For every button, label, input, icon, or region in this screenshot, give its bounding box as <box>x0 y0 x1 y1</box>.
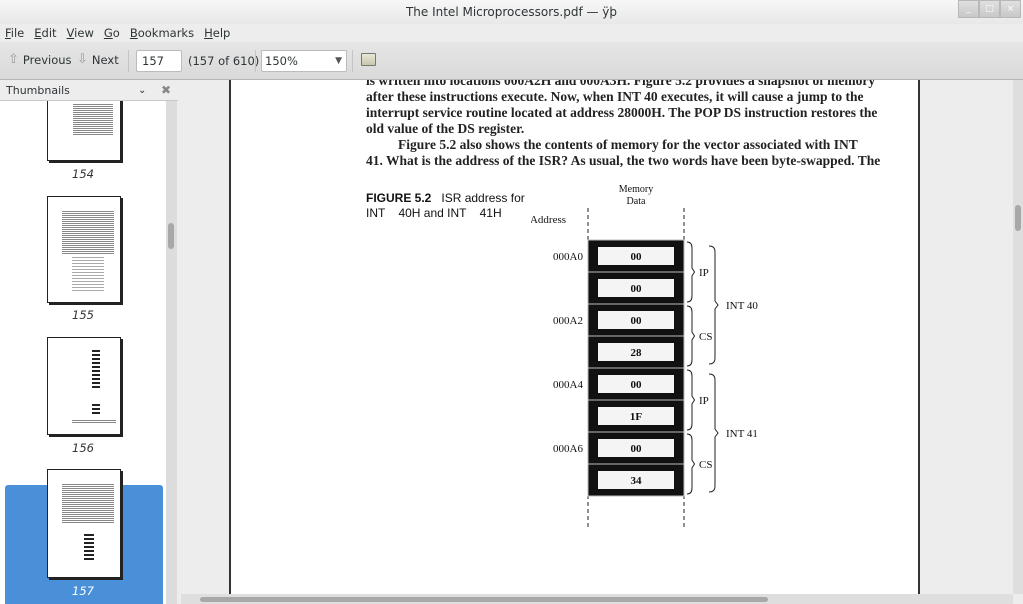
text-line: 41. What is the address of the ISR? As u… <box>366 153 881 168</box>
interrupt-label: INT 40 <box>726 300 758 312</box>
column-header: Memory <box>619 184 653 195</box>
previous-label: Previous <box>22 52 72 67</box>
window-controls: _ □ × <box>958 0 1021 18</box>
memory-value: 00 <box>631 283 643 295</box>
minimize-button[interactable]: _ <box>958 0 979 18</box>
scrollbar-thumb[interactable] <box>168 223 174 249</box>
vertical-scrollbar[interactable] <box>1013 80 1023 594</box>
sidebar: Thumbnails ⌄ ✖ 154 155 156 157 <box>0 80 178 604</box>
thumbnail-156[interactable] <box>47 337 121 435</box>
menu-file[interactable]: File <box>5 24 24 42</box>
thumbnail-155[interactable] <box>47 196 121 303</box>
maximize-button[interactable]: □ <box>979 0 1000 18</box>
brace <box>686 305 696 367</box>
separator <box>352 50 353 72</box>
zoom-value: 150% <box>265 54 298 68</box>
register-label: CS <box>699 459 712 471</box>
register-label: IP <box>699 395 709 407</box>
thumbnail-label: 156 <box>72 441 94 455</box>
text-line: interrupt service routine located at add… <box>366 105 878 120</box>
brace <box>686 369 696 431</box>
menu-bar: File Edit View Go Bookmarks Help <box>0 24 1023 42</box>
chevron-down-icon: ▼ <box>335 56 342 66</box>
address-label: 000A0 <box>553 251 583 263</box>
brace <box>708 245 719 365</box>
memory-diagram: Memory Data Address 00 00 00 28 00 1F 00 34 000… <box>531 184 758 528</box>
sidebar-title: Thumbnails <box>6 84 70 97</box>
caption-text: ISR address for <box>441 191 525 205</box>
brace <box>686 241 696 303</box>
text-line: is written into locations 000A2H and 000… <box>366 80 876 88</box>
thumbnail-154[interactable] <box>47 101 121 161</box>
address-header: Address <box>531 214 566 226</box>
menu-go[interactable]: Go <box>104 24 120 42</box>
menu-bookmarks[interactable]: Bookmarks <box>130 24 194 42</box>
sidebar-scrollbar[interactable] <box>166 101 177 604</box>
text-line: after these instructions execute. Now, w… <box>366 89 864 104</box>
address-label: 000A4 <box>553 379 583 391</box>
menu-edit[interactable]: Edit <box>34 24 56 42</box>
thumbnail-label: 157 <box>72 584 94 598</box>
interrupt-label: INT 41 <box>726 428 758 440</box>
window-title: The Intel Microprocessors.pdf — ÿþ <box>405 5 618 19</box>
text-line: Figure 5.2 also shows the contents of me… <box>398 137 858 152</box>
separator <box>128 50 129 72</box>
brace <box>686 433 696 495</box>
text-line: old value of the DS register. <box>366 121 525 136</box>
memory-value: 34 <box>631 475 643 487</box>
memory-value: 00 <box>631 315 643 327</box>
page-number-input[interactable]: 157 <box>136 50 182 72</box>
thumbnail-157[interactable] <box>47 469 121 578</box>
chevron-down-icon[interactable]: ⌄ <box>138 80 146 101</box>
scrollbar-thumb[interactable] <box>200 597 768 602</box>
brace <box>708 373 719 493</box>
memory-value: 00 <box>631 379 643 391</box>
folder-icon[interactable] <box>361 53 376 66</box>
address-label: 000A6 <box>553 443 583 455</box>
previous-button[interactable]: ⇧ Previous <box>8 52 72 67</box>
memory-value: 28 <box>631 347 643 359</box>
caption-line2: INT 40H and INT 41H <box>366 206 502 220</box>
register-label: CS <box>699 331 712 343</box>
document-view[interactable]: is written into locations 000A2H and 000… <box>181 80 1023 604</box>
pdf-page: is written into locations 000A2H and 000… <box>229 80 920 594</box>
register-label: IP <box>699 267 709 279</box>
arrow-down-icon: ⇩ <box>77 52 88 67</box>
next-button[interactable]: ⇩ Next <box>77 52 119 67</box>
title-bar: The Intel Microprocessors.pdf — ÿþ <box>0 0 1023 24</box>
horizontal-scrollbar[interactable] <box>181 594 1013 604</box>
column-header: Data <box>627 196 646 207</box>
close-button[interactable]: × <box>1000 0 1021 18</box>
zoom-select[interactable]: 150% ▼ <box>261 50 347 72</box>
arrow-up-icon: ⇧ <box>8 52 19 67</box>
address-label: 000A2 <box>553 315 583 327</box>
thumbnail-label: 155 <box>72 308 94 322</box>
memory-value: 1F <box>630 411 643 423</box>
figure-caption: FIGURE 5.2 ISR address for INT 40H and I… <box>366 191 525 221</box>
close-sidebar-icon[interactable]: ✖ <box>161 80 171 101</box>
menu-view[interactable]: View <box>67 24 94 42</box>
menu-help[interactable]: Help <box>204 24 230 42</box>
memory-value: 00 <box>631 251 643 263</box>
page-count: (157 of 610) <box>188 54 260 68</box>
toolbar: ⇧ Previous ⇩ Next 157 (157 of 610) 150% ▼ <box>0 42 1023 80</box>
thumbnail-label: 154 <box>72 167 94 181</box>
next-label: Next <box>91 52 119 67</box>
scrollbar-thumb[interactable] <box>1015 205 1021 231</box>
separator <box>255 50 256 72</box>
thumbnail-list: 154 155 156 157 <box>0 101 166 604</box>
sidebar-header[interactable]: Thumbnails ⌄ ✖ <box>0 80 178 101</box>
figure-number: FIGURE 5.2 <box>366 191 432 205</box>
memory-value: 00 <box>631 443 643 455</box>
